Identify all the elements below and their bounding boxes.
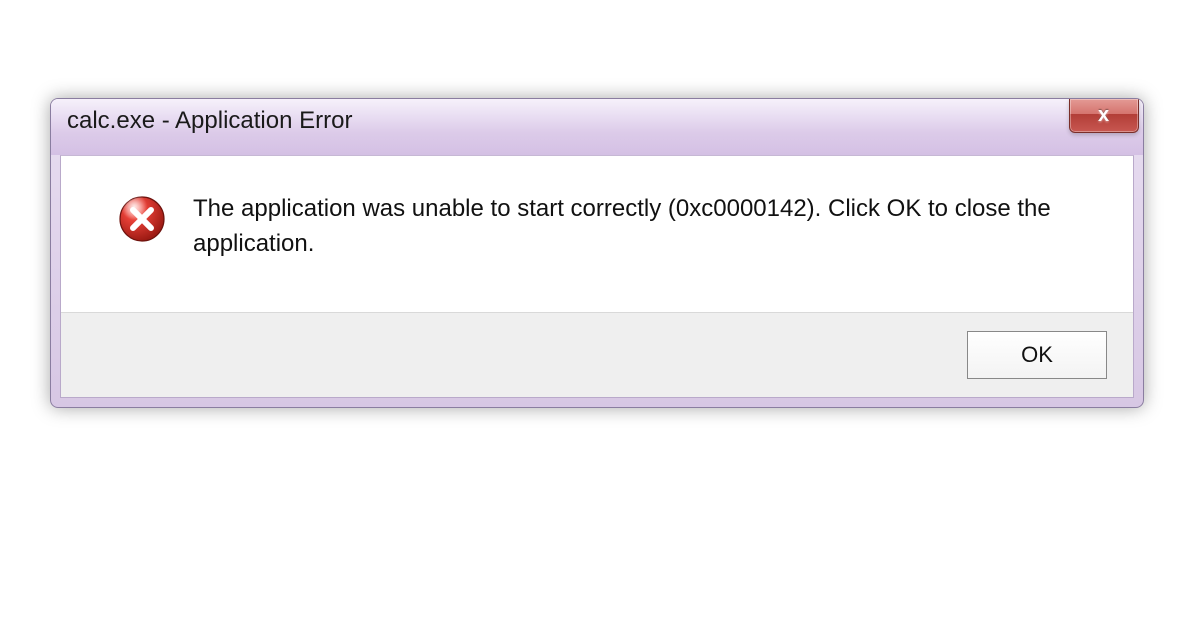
close-button[interactable]: x (1069, 99, 1139, 133)
error-dialog: calc.exe - Application Error x (50, 98, 1144, 408)
dialog-content: The application was unable to start corr… (61, 156, 1133, 312)
titlebar[interactable]: calc.exe - Application Error x (51, 99, 1143, 155)
error-message: The application was unable to start corr… (193, 192, 1093, 262)
client-area: The application was unable to start corr… (60, 155, 1134, 398)
close-icon: x (1098, 104, 1110, 127)
ok-button[interactable]: OK (967, 331, 1107, 379)
dialog-footer: OK (61, 312, 1133, 397)
dialog-frame: calc.exe - Application Error x (50, 98, 1144, 408)
window-title: calc.exe - Application Error (67, 99, 352, 135)
error-icon (117, 194, 167, 244)
